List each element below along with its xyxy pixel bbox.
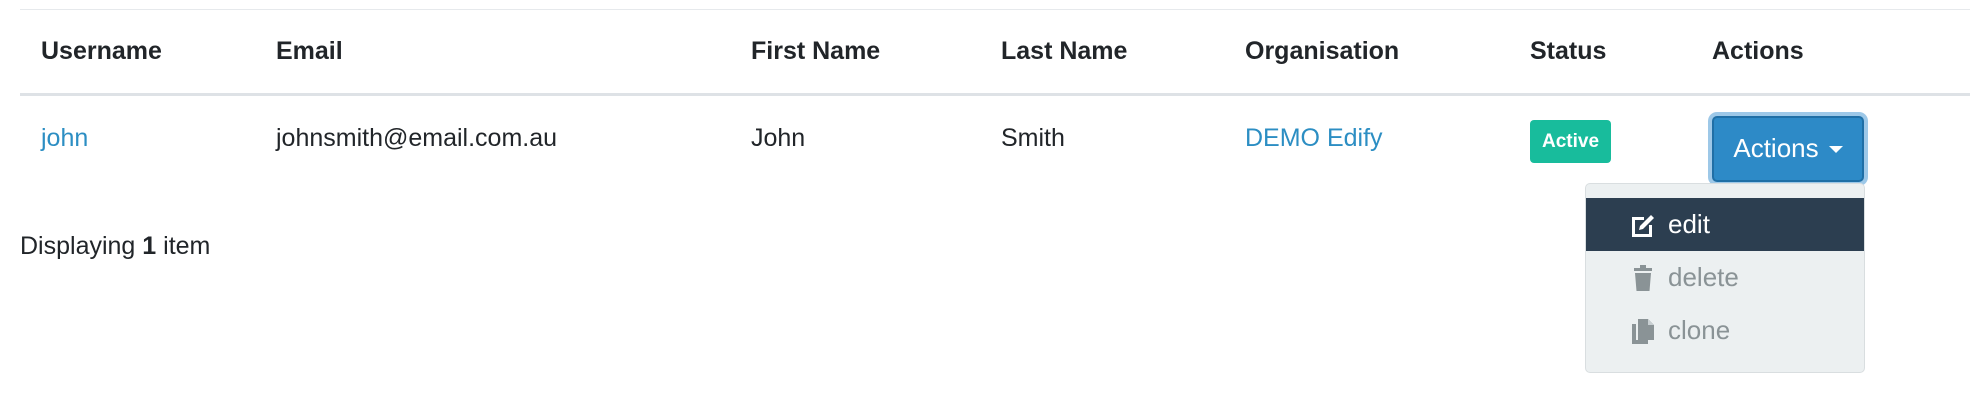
copy-icon [1628, 316, 1658, 346]
organisation-link[interactable]: DEMO Edify [1245, 124, 1383, 152]
edit-icon [1628, 210, 1658, 240]
menu-item-label: clone [1668, 315, 1731, 345]
username-link[interactable]: john [41, 124, 88, 152]
actions-button-label: Actions [1733, 133, 1819, 164]
users-page: Username Email First Name Last Name Orga… [0, 0, 1978, 397]
cell-first-name: John [751, 124, 806, 153]
menu-item-clone[interactable]: clone [1586, 304, 1864, 357]
actions-dropdown-menu: edit delete clone [1585, 183, 1865, 373]
column-header-first-name[interactable]: First Name [730, 10, 980, 96]
pagination-summary: Displaying 1 item [20, 232, 210, 261]
column-header-actions: Actions [1691, 10, 1970, 96]
table-row: john johnsmith@email.com.au John Smith D… [20, 94, 1970, 182]
summary-prefix: Displaying [20, 232, 136, 260]
column-header-organisation[interactable]: Organisation [1224, 10, 1509, 96]
menu-item-label: delete [1668, 262, 1739, 292]
cell-organisation: DEMO Edify [1224, 94, 1509, 182]
column-header-status[interactable]: Status [1509, 10, 1691, 96]
summary-count: 1 [142, 232, 157, 260]
cell-username: john [20, 94, 255, 182]
table-header-row: Username Email First Name Last Name Orga… [20, 10, 1970, 96]
menu-item-delete[interactable]: delete [1586, 251, 1864, 304]
menu-item-label: edit [1668, 209, 1710, 239]
column-header-username[interactable]: Username [20, 10, 255, 96]
cell-email: johnsmith@email.com.au [276, 124, 558, 153]
cell-last-name: Smith [1001, 124, 1065, 153]
actions-dropdown-button[interactable]: Actions [1712, 115, 1864, 182]
cell-actions: Actions [1691, 94, 1970, 182]
column-header-email[interactable]: Email [255, 10, 730, 96]
summary-suffix: item [163, 232, 211, 260]
users-table: Username Email First Name Last Name Orga… [20, 10, 1970, 182]
menu-item-edit[interactable]: edit [1586, 198, 1864, 251]
caret-down-icon [1828, 146, 1843, 154]
trash-icon [1628, 263, 1658, 293]
cell-status: Active [1509, 94, 1691, 182]
column-header-last-name[interactable]: Last Name [980, 10, 1224, 96]
status-badge: Active [1530, 120, 1612, 164]
